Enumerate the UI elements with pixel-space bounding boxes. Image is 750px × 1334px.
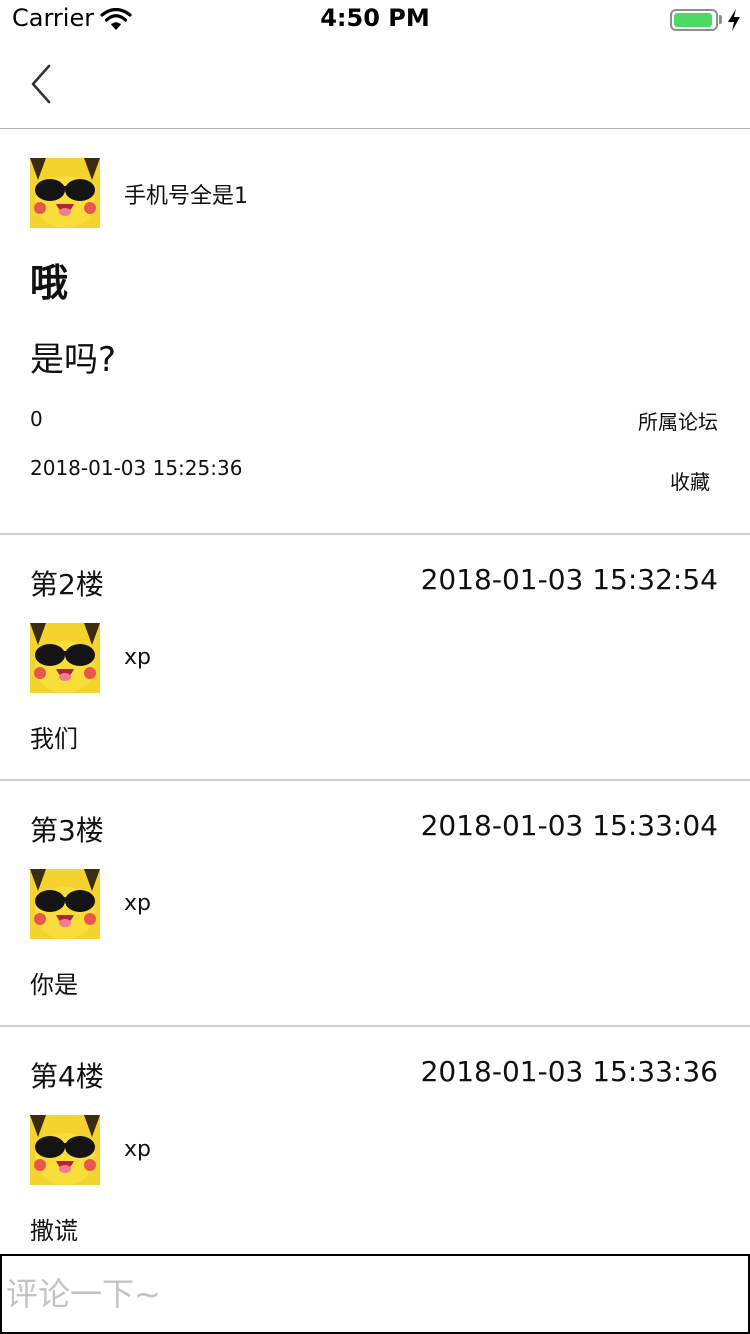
post-time: 2018-01-03 15:25:36 (30, 456, 243, 480)
pikachu-avatar-image (30, 158, 100, 228)
reply-item: 第2楼 2018-01-03 15:32:54 xp 我们 (0, 535, 750, 779)
pikachu-avatar-image (30, 1115, 100, 1185)
reply-author-name[interactable]: xp (124, 645, 151, 670)
app-screen: Carrier 4:50 PM 手机号全是1 哦 是吗? 0 所属论坛 2018… (0, 0, 750, 1334)
bolt-icon (728, 9, 740, 31)
reply-author-name[interactable]: xp (124, 1137, 151, 1162)
battery-nub (719, 15, 722, 24)
reply-time: 2018-01-03 15:32:54 (420, 563, 718, 596)
post-content: 是吗? (30, 340, 117, 380)
reply-text: 我们 (30, 725, 78, 753)
back-button[interactable] (18, 56, 64, 112)
post-author-avatar[interactable] (30, 158, 100, 228)
pikachu-avatar-image (30, 623, 100, 693)
reply-floor: 第2楼 (30, 568, 104, 601)
reply-author-avatar[interactable] (30, 1115, 100, 1185)
pikachu-avatar-image (30, 869, 100, 939)
reply-time: 2018-01-03 15:33:36 (420, 1055, 718, 1088)
post-author-name[interactable]: 手机号全是1 (124, 178, 248, 210)
chevron-left-icon (31, 64, 51, 104)
reply-time: 2018-01-03 15:33:04 (420, 809, 718, 842)
reply-text: 你是 (30, 971, 78, 999)
reply-author-name[interactable]: xp (124, 891, 151, 916)
comment-input[interactable] (0, 1254, 750, 1334)
forum-link[interactable]: 所属论坛 (638, 406, 718, 435)
post-title: 哦 (30, 261, 69, 305)
reply-author-avatar[interactable] (30, 623, 100, 693)
reply-floor: 第3楼 (30, 814, 104, 847)
battery-icon (670, 9, 718, 31)
post-reply-count: 0 (30, 407, 43, 431)
status-bar: Carrier 4:50 PM (0, 0, 750, 40)
status-time: 4:50 PM (320, 4, 430, 32)
battery-level (674, 13, 712, 27)
reply-author-avatar[interactable] (30, 869, 100, 939)
reply-floor: 第4楼 (30, 1060, 104, 1093)
nav-bar (0, 40, 750, 129)
favorite-button[interactable]: 收藏 (670, 466, 710, 495)
reply-item: 第3楼 2018-01-03 15:33:04 xp 你是 (0, 781, 750, 1025)
reply-text: 撒谎 (30, 1217, 78, 1245)
reply-item: 第4楼 2018-01-03 15:33:36 xp 撒谎 (0, 1027, 750, 1271)
